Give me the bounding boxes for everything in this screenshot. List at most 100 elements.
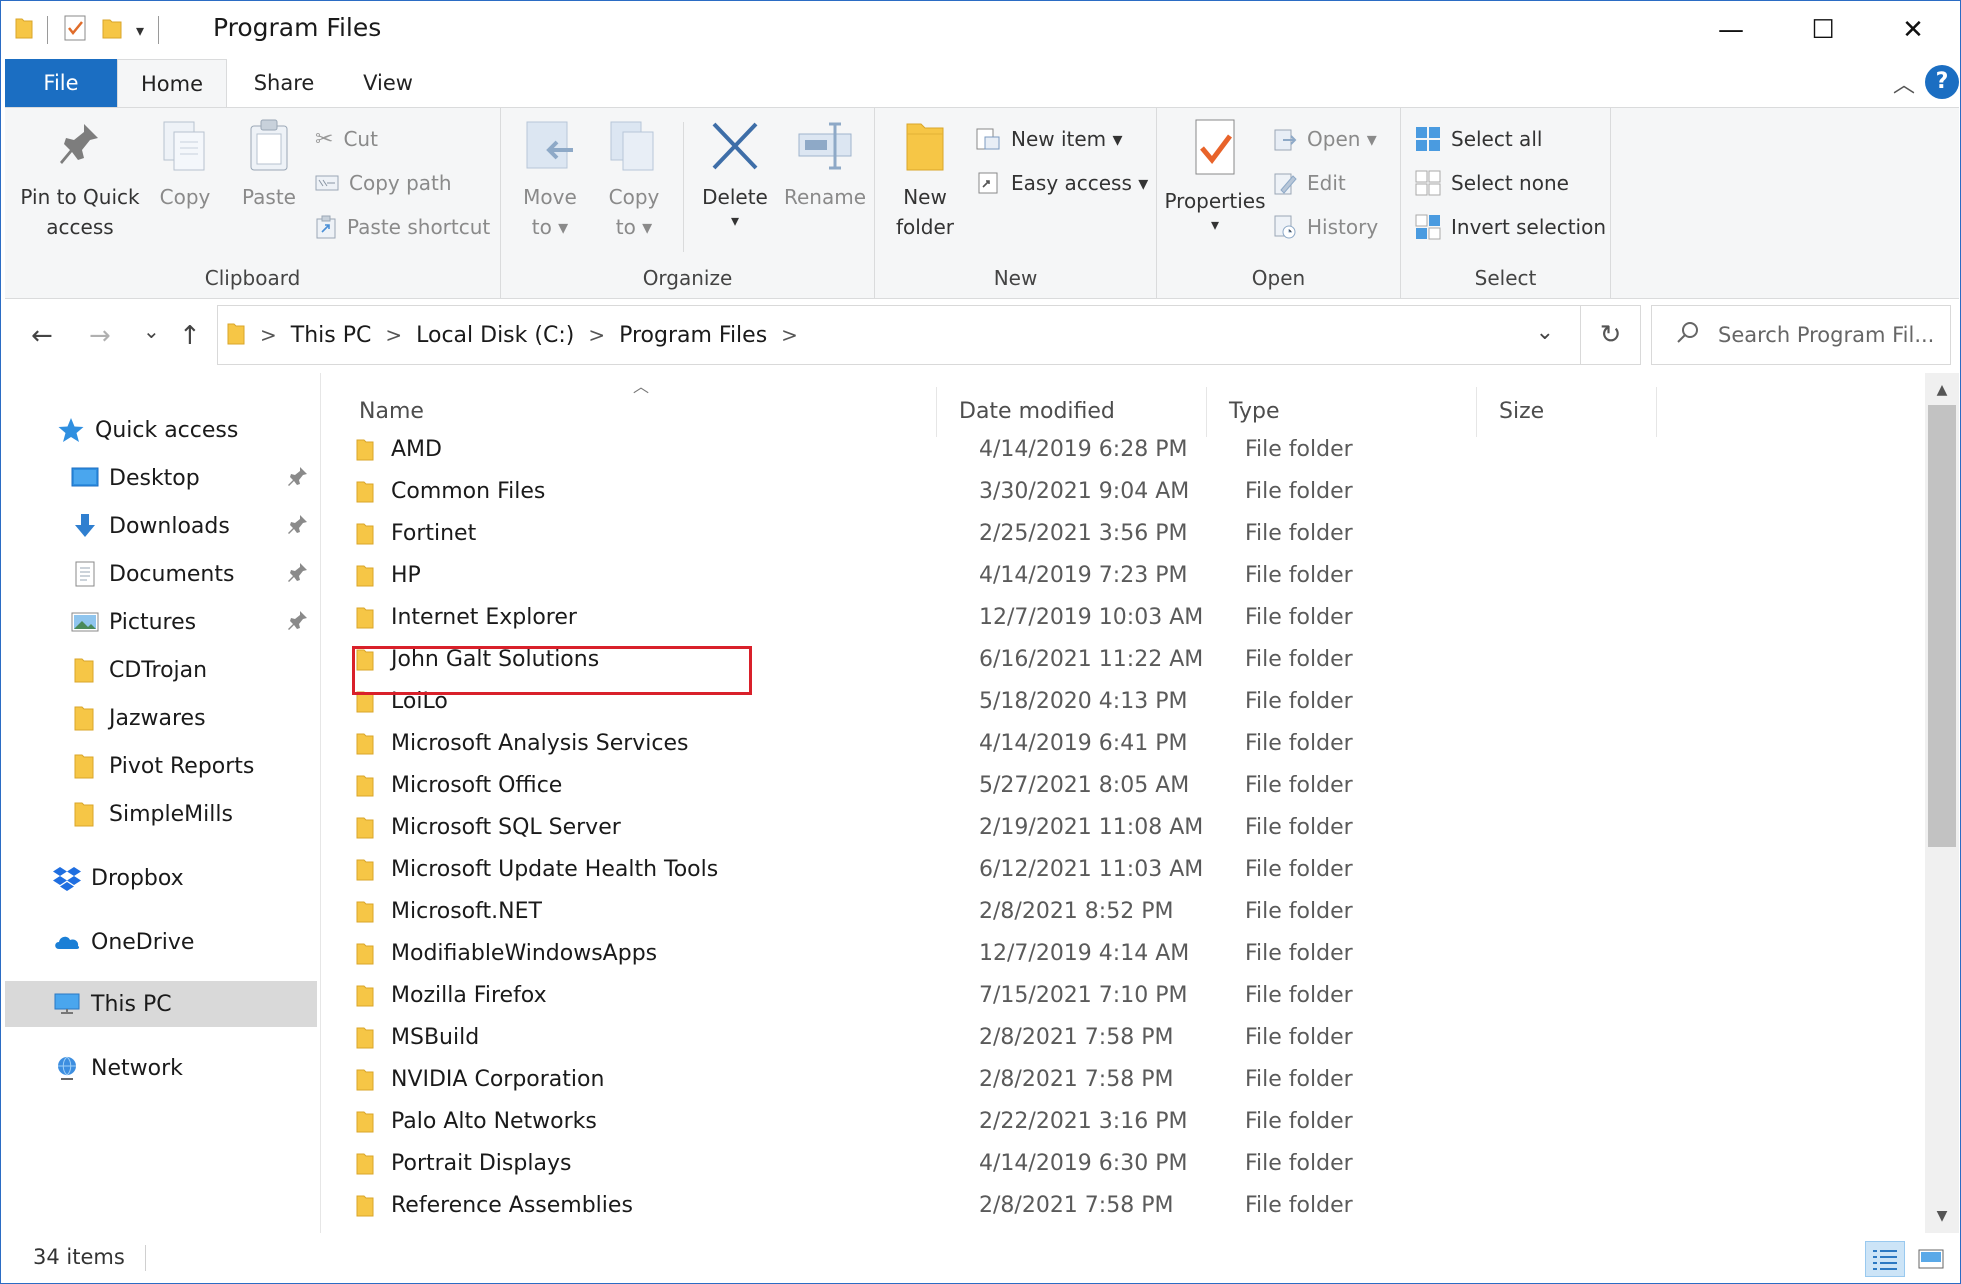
easy-access-button[interactable]: Easy access ▾ [975,166,1148,200]
up-button[interactable]: ↑ [179,321,201,351]
select-none-button[interactable]: Select none [1415,166,1569,200]
table-row[interactable]: Internet Explorer 12/7/2019 10:03 AM File … [355,597,1915,639]
recent-locations-button[interactable]: ⌄ [143,319,160,343]
tab-file[interactable]: File [5,59,117,107]
sidebar-item-label: Pictures [109,609,197,635]
close-button[interactable]: ✕ [1867,1,1959,59]
breadcrumb-chevron[interactable]: > [260,323,277,347]
maximize-button[interactable]: ☐ [1777,1,1869,59]
sidebar-item-desktop[interactable]: Desktop [5,455,317,501]
file-type: File folder [1245,647,1353,672]
address-history-dropdown[interactable]: ⌄ [1536,320,1554,345]
breadcrumb-chevron[interactable]: > [588,323,605,347]
table-row[interactable]: Portrait Displays 4/14/2019 6:30 PM File f… [355,1143,1915,1185]
breadcrumb-local-disk[interactable]: Local Disk (C:) [416,323,574,348]
properties-icon[interactable] [62,14,88,46]
rename-button[interactable]: Rename [781,118,869,212]
copy-to-button[interactable]: Copy to ▾ [597,118,671,242]
table-row[interactable]: Microsoft SQL Server 2/19/2021 11:08 AM Fi… [355,807,1915,849]
invert-selection-button[interactable]: Invert selection [1415,210,1606,244]
tab-view[interactable]: View [343,59,433,107]
help-icon[interactable]: ? [1925,65,1959,99]
open-button[interactable]: Open ▾ [1273,122,1377,156]
new-folder-button[interactable]: New folder [889,118,961,242]
move-to-button[interactable]: Move to ▾ [513,118,587,242]
folder-icon [355,1110,375,1140]
sidebar-item-onedrive[interactable]: OneDrive [5,919,317,965]
sidebar-item-jazwares[interactable]: Jazwares [5,695,317,741]
table-row[interactable]: AMD 4/14/2019 6:28 PM File folder [355,429,1915,471]
sidebar-item-network[interactable]: Network [5,1045,317,1091]
table-row[interactable]: Microsoft.NET 2/8/2021 8:52 PM File folder [355,891,1915,933]
large-icons-view-button[interactable] [1911,1241,1951,1277]
table-row[interactable]: Microsoft Analysis Services 4/14/2019 6:4… [355,723,1915,765]
delete-button[interactable]: Delete ▾ [695,118,775,230]
properties-button[interactable]: Properties ▾ [1163,118,1267,234]
breadcrumb-chevron[interactable]: > [385,323,402,347]
table-row[interactable]: HP 4/14/2019 7:23 PM File folder [355,555,1915,597]
back-button[interactable]: ← [31,321,53,351]
pin-to-quick-access-button[interactable]: Pin to Quick access [15,118,145,242]
breadcrumb-chevron[interactable]: > [781,323,798,347]
select-all-button[interactable]: Select all [1415,122,1542,156]
vertical-scrollbar[interactable]: ▲ ▼ [1925,373,1959,1233]
table-row[interactable]: Palo Alto Networks 2/22/2021 3:16 PM File … [355,1101,1915,1143]
copy-path-button[interactable]: Copy path [315,166,452,200]
paste-shortcut-button[interactable]: Paste shortcut [315,210,490,244]
tab-share[interactable]: Share [231,59,337,107]
table-row[interactable]: ModifiableWindowsApps 12/7/2019 4:14 AM Fi… [355,933,1915,975]
paste-button[interactable]: Paste [231,118,307,212]
tab-home[interactable]: Home [117,59,227,107]
search-input[interactable] [1718,323,1938,347]
breadcrumb-this-pc[interactable]: This PC [291,323,372,348]
file-name: HP [391,563,421,588]
sidebar-item-pivot-reports[interactable]: Pivot Reports [5,743,317,789]
folder-icon [355,564,375,594]
search-box[interactable] [1651,305,1951,365]
minimize-button[interactable]: — [1685,1,1777,59]
scroll-thumb[interactable] [1928,405,1956,847]
cut-button[interactable]: ✂ Cut [315,122,378,156]
details-view-button[interactable] [1865,1241,1905,1277]
table-row[interactable]: Microsoft Update Health Tools 6/12/2021 1… [355,849,1915,891]
sidebar-item-dropbox[interactable]: Dropbox [5,855,317,901]
table-row[interactable]: Reference Assemblies 2/8/2021 7:58 PM File… [355,1185,1915,1227]
pin-icon [287,513,309,541]
properties-dropdown-arrow[interactable]: ▾ [1163,216,1267,234]
easy-access-icon [978,172,998,194]
address-bar[interactable]: > This PC > Local Disk (C:) > Program Fi… [217,305,1641,365]
file-type: File folder [1245,521,1353,546]
sidebar-item-this-pc[interactable]: This PC [5,981,317,1027]
sidebar-item-documents[interactable]: Documents [5,551,317,597]
copy-button[interactable]: Copy [149,118,221,212]
file-type: File folder [1245,437,1353,462]
sidebar-item-pictures[interactable]: Pictures [5,599,317,645]
forward-button[interactable]: → [89,321,111,351]
table-row[interactable]: Microsoft Office 5/27/2021 8:05 AM File fo… [355,765,1915,807]
sidebar-item-downloads[interactable]: Downloads [5,503,317,549]
item-count: 34 items [33,1245,125,1269]
scroll-down-button[interactable]: ▼ [1925,1199,1959,1233]
file-type: File folder [1245,1193,1353,1218]
breadcrumb-program-files[interactable]: Program Files [619,323,767,348]
scroll-up-button[interactable]: ▲ [1925,373,1959,407]
paste-icon [250,119,288,171]
delete-dropdown-arrow[interactable]: ▾ [695,212,775,230]
table-row[interactable]: NVIDIA Corporation 2/8/2021 7:58 PM File f… [355,1059,1915,1101]
table-row[interactable]: MSBuild 2/8/2021 7:58 PM File folder [355,1017,1915,1059]
scissors-icon: ✂ [315,126,334,152]
new-folder-icon[interactable] [102,16,122,44]
history-button[interactable]: History [1273,210,1378,244]
table-row[interactable]: Common Files 3/30/2021 9:04 AM File folder [355,471,1915,513]
table-row[interactable]: Mozilla Firefox 7/15/2021 7:10 PM File fol… [355,975,1915,1017]
table-row[interactable]: Fortinet 2/25/2021 3:56 PM File folder [355,513,1915,555]
sidebar-item-quick-access[interactable]: Quick access [5,407,317,453]
sidebar-item-cdtrojan[interactable]: CDTrojan [5,647,317,693]
refresh-button[interactable]: ↻ [1580,306,1640,364]
sidebar-item-simplemills[interactable]: SimpleMills [5,791,317,837]
edit-button[interactable]: Edit [1273,166,1346,200]
toolbar-separator [47,16,48,44]
new-item-button[interactable]: New item ▾ [975,122,1123,156]
customize-toolbar-icon[interactable]: ▾ [136,21,144,40]
collapse-ribbon-icon[interactable]: ︿ [1893,67,1915,99]
